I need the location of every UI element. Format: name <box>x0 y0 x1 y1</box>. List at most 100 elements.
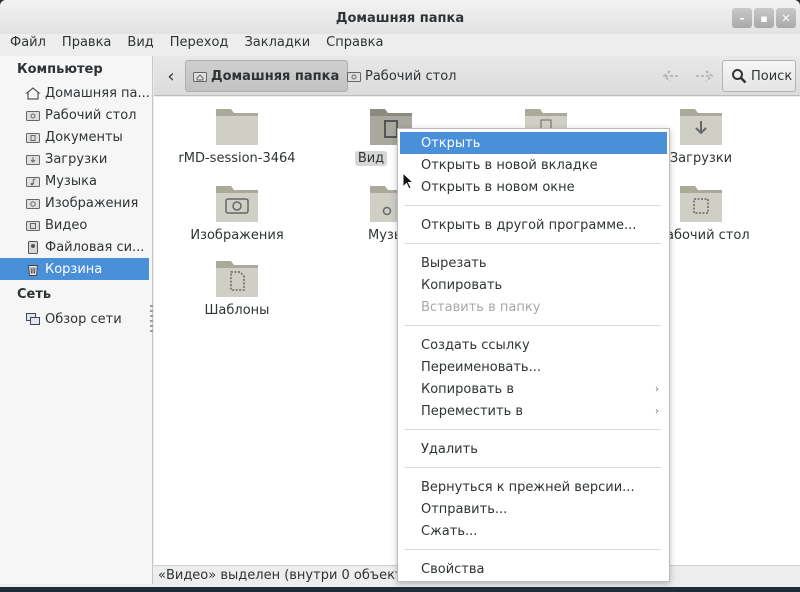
folder-item-pictures[interactable]: Изображения <box>172 182 302 243</box>
sidebar-item-label: Документы <box>45 129 123 145</box>
music-icon <box>25 173 41 189</box>
sidebar-item-filesystem[interactable]: Файловая си... <box>0 236 149 258</box>
menu-item-compress[interactable]: Сжать... <box>400 520 667 542</box>
maximize-button[interactable]: ▪ <box>754 8 774 28</box>
menu-item-revert[interactable]: Вернуться к прежней версии... <box>400 476 667 498</box>
sidebar-item-label: Домашняя па... <box>45 85 149 101</box>
nav-back-icon[interactable] <box>658 60 686 92</box>
folder-label: rMD-session-3464 <box>178 151 296 166</box>
folder-item-templates[interactable]: Шаблоны <box>172 257 302 318</box>
menu-item-delete[interactable]: Удалить <box>400 438 667 460</box>
menu-go[interactable]: Переход <box>162 34 237 54</box>
menu-item-send-to[interactable]: Отправить... <box>400 498 667 520</box>
desktop-panel-edge <box>0 587 800 592</box>
folder-label: Вид <box>354 151 388 166</box>
menu-item-copy-to[interactable]: Копировать в › <box>400 378 667 400</box>
breadcrumb-label: Домашняя папка <box>211 68 340 84</box>
breadcrumb-desktop[interactable]: Рабочий стол <box>340 60 464 92</box>
download-folder-icon <box>677 105 725 147</box>
sidebar-item-label: Корзина <box>45 261 103 277</box>
download-icon <box>25 151 41 167</box>
menu-item-open-with[interactable]: Открыть в другой программе... <box>400 214 667 236</box>
chevron-right-icon: › <box>655 405 659 417</box>
sidebar-item-label: Музыка <box>45 173 97 189</box>
home-icon <box>192 68 208 84</box>
desktop-folder-icon <box>677 182 725 224</box>
sidebar-item-label: Рабочий стол <box>45 107 137 123</box>
image-folder-icon <box>213 182 261 224</box>
menu-item-label: Переместить в <box>421 403 524 419</box>
sidebar-resize-handle[interactable] <box>150 305 153 333</box>
minimize-button[interactable]: – <box>732 8 752 28</box>
sidebar-item-downloads[interactable]: Загрузки <box>0 148 149 170</box>
menu-file[interactable]: Файл <box>2 34 54 54</box>
search-button[interactable]: Поиск <box>722 60 796 92</box>
sidebar-item-label: Изображения <box>45 195 139 211</box>
menu-bar: Файл Правка Вид Переход Закладки Справка <box>0 34 800 54</box>
window-title: Домашняя папка <box>335 11 465 26</box>
menu-item-paste-into-folder: Вставить в папку <box>421 299 541 315</box>
menu-bookmarks[interactable]: Закладки <box>236 34 318 54</box>
sidebar-item-home[interactable]: Домашняя па... <box>0 82 149 104</box>
sidebar-item-videos[interactable]: Видео <box>0 214 149 236</box>
sidebar-section-computer: Компьютер <box>17 62 103 77</box>
sidebar-item-label: Загрузки <box>45 151 108 167</box>
folder-label: Изображения <box>190 228 284 243</box>
folder-label: Шаблоны <box>204 303 270 318</box>
menu-separator <box>404 429 661 430</box>
network-icon <box>25 311 41 327</box>
menu-separator <box>404 549 661 550</box>
image-icon <box>25 195 41 211</box>
menu-item-label: Копировать в <box>421 381 514 397</box>
title-bar[interactable]: Домашняя папка – ▪ ✕ <box>0 0 800 34</box>
breadcrumb-home[interactable]: Домашняя папка <box>185 60 349 92</box>
menu-help[interactable]: Справка <box>318 34 391 54</box>
drive-icon <box>25 239 41 255</box>
menu-item-cut[interactable]: Вырезать <box>400 252 667 274</box>
chevron-right-icon: › <box>655 383 659 395</box>
menu-edit[interactable]: Правка <box>54 34 119 54</box>
menu-view[interactable]: Вид <box>119 34 161 54</box>
menu-item-copy[interactable]: Копировать <box>400 274 667 296</box>
context-menu: Открыть Открыть в новой вкладке Открыть … <box>397 128 670 582</box>
sidebar-item-music[interactable]: Музыка <box>0 170 149 192</box>
mouse-cursor-icon <box>402 171 415 194</box>
sidebar-item-network[interactable]: Обзор сети <box>0 308 149 330</box>
sidebar-item-pictures[interactable]: Изображения <box>0 192 149 214</box>
sidebar-item-trash[interactable]: Корзина <box>0 258 149 280</box>
home-icon <box>25 85 41 101</box>
nav-forward-icon[interactable] <box>690 60 718 92</box>
menu-separator <box>404 325 661 326</box>
menu-item-rename[interactable]: Переименовать... <box>400 356 667 378</box>
template-folder-icon <box>213 257 261 299</box>
sidebar-item-label: Файловая си... <box>45 239 145 255</box>
menu-separator <box>404 205 661 206</box>
desktop-icon <box>25 107 41 123</box>
folder-item-rmd-session[interactable]: rMD-session-3464 <box>172 105 302 166</box>
menu-item-open[interactable]: Открыть <box>400 132 667 154</box>
sidebar-item-desktop[interactable]: Рабочий стол <box>0 104 149 126</box>
menu-separator <box>404 467 661 468</box>
document-icon <box>25 129 41 145</box>
menu-item-open-new-window[interactable]: Открыть в новом окне <box>400 176 667 198</box>
folder-icon <box>213 105 261 147</box>
search-label: Поиск <box>751 68 793 84</box>
trash-icon <box>25 261 41 277</box>
sidebar-item-documents[interactable]: Документы <box>0 126 149 148</box>
menu-item-make-link[interactable]: Создать ссылку <box>400 334 667 356</box>
toolbar: ‹ Домашняя папка Рабочий стол Поиск <box>154 56 800 96</box>
breadcrumb-label: Рабочий стол <box>365 68 457 84</box>
menu-separator <box>404 243 661 244</box>
menu-item-properties[interactable]: Свойства <box>400 558 667 580</box>
menu-item-move-to[interactable]: Переместить в › <box>400 400 667 422</box>
desktop-icon <box>346 68 362 84</box>
search-icon <box>731 68 747 84</box>
sidebar-item-label: Обзор сети <box>45 311 122 327</box>
sidebar: Компьютер Домашняя па... Рабочий стол До… <box>0 56 153 584</box>
menu-item-open-new-tab[interactable]: Открыть в новой вкладке <box>400 154 667 176</box>
back-arrow-button[interactable]: ‹ <box>162 60 180 92</box>
sidebar-item-label: Видео <box>45 217 88 233</box>
sidebar-section-network: Сеть <box>17 287 52 302</box>
video-icon <box>25 217 41 233</box>
close-button[interactable]: ✕ <box>776 8 796 28</box>
